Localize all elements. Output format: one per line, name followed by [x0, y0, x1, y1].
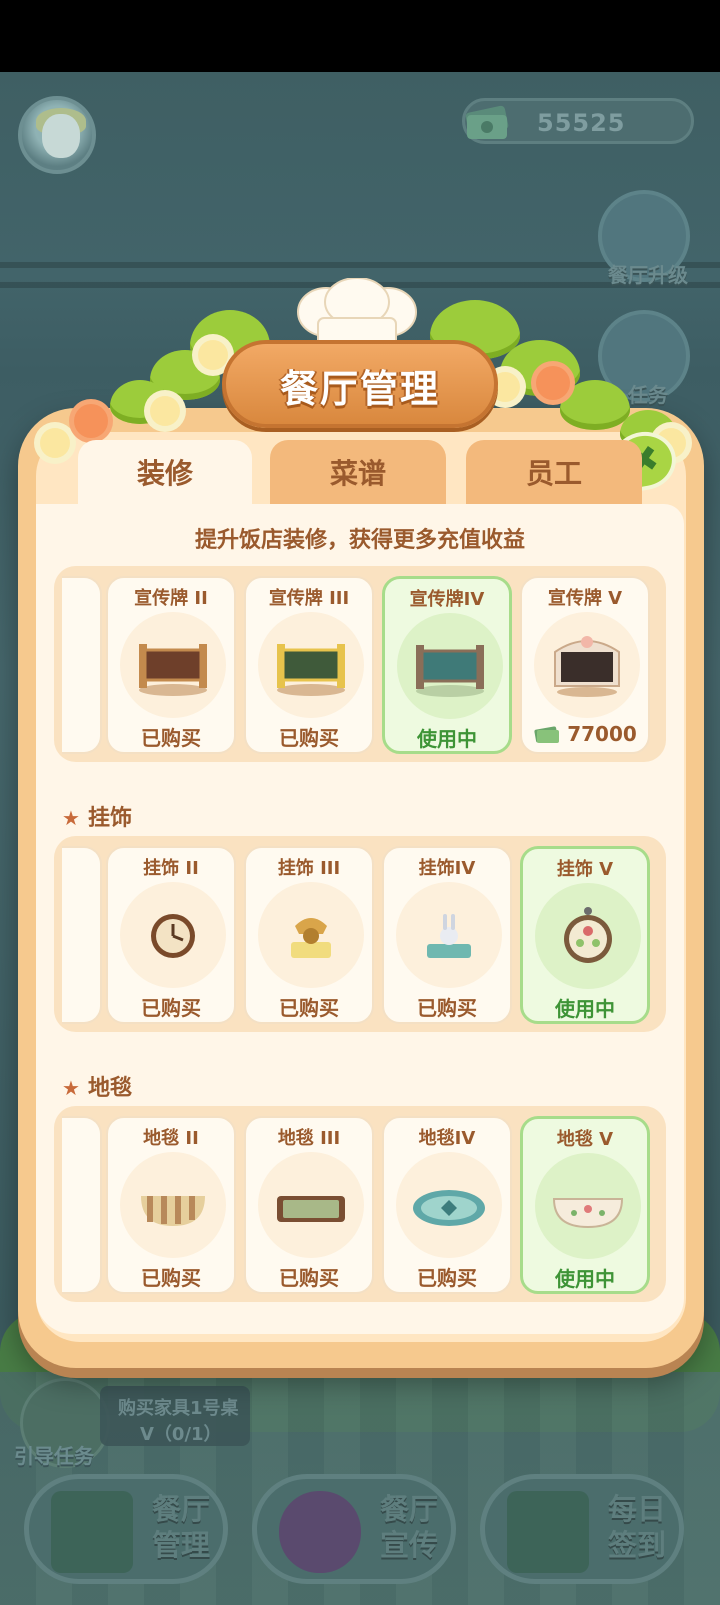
item-price-value: 77000 — [567, 722, 637, 746]
recipe-book-icon — [51, 1491, 133, 1573]
nav-label: 餐厅管理 — [151, 1492, 210, 1562]
item-card-in-use[interactable]: 挂饰 V 使用中 — [520, 846, 650, 1024]
guide-task-label: 引导任务 — [14, 1444, 94, 1468]
tab-label: 装修 — [136, 457, 193, 490]
signboard-card-partial[interactable] — [62, 576, 102, 754]
bottom-nav: 餐厅管理 餐厅宣传 每日签到 — [24, 1474, 700, 1584]
section-title-rugs: ★ 地毯 — [62, 1070, 132, 1102]
item-name: 地毯IV — [418, 1128, 476, 1149]
item-name: 挂饰IV — [418, 858, 476, 879]
striped-rug-icon — [141, 1196, 205, 1226]
rug-card-partial[interactable] — [62, 1116, 102, 1294]
section-title-text: 地毯 — [87, 1076, 132, 1101]
tab-label: 菜谱 — [329, 457, 386, 490]
restaurant-upgrade-label: 餐厅升级 — [608, 263, 688, 287]
item-name: 挂饰 III — [277, 858, 341, 879]
floral-plate-icon — [564, 907, 612, 963]
item-name: 宣传牌 III — [268, 588, 350, 609]
guide-task-progress: V（0/1） — [140, 1424, 222, 1445]
item-card[interactable]: 宣传牌 II 已购买 — [106, 576, 236, 754]
item-name: 地毯 III — [277, 1128, 341, 1149]
item-status: 使用中 — [555, 1267, 615, 1291]
item-status: 已购买 — [417, 1266, 477, 1290]
green-rug-icon — [277, 1196, 345, 1222]
telephone-icon — [291, 918, 331, 958]
signboard-teal-icon — [416, 645, 484, 697]
item-status: 已购买 — [141, 1266, 201, 1290]
tab-staff[interactable]: 员工 — [466, 440, 642, 504]
item-name: 挂饰 V — [556, 859, 614, 880]
item-card-for-sale[interactable]: 宣传牌 V 77000 — [520, 576, 650, 754]
tab-decoration[interactable]: 装修 — [78, 440, 252, 504]
signboard-brown-icon — [139, 644, 207, 696]
nav-restaurant-management[interactable]: 餐厅管理 — [24, 1474, 228, 1584]
modal-title: 餐厅管理 — [279, 367, 440, 411]
tab-label: 员工 — [525, 457, 582, 490]
signboard-yellow-icon — [277, 644, 345, 696]
item-status: 已购买 — [141, 996, 201, 1020]
item-price[interactable]: 77000 — [522, 722, 648, 746]
floral-rug-icon — [552, 1198, 624, 1229]
item-name: 宣传牌 V — [547, 588, 623, 609]
item-card[interactable]: 地毯 III 已购买 — [244, 1116, 374, 1294]
modal-subtitle: 提升饭店装修，获得更多充值收益 — [194, 528, 525, 553]
status-bar — [0, 0, 720, 72]
item-status: 使用中 — [555, 997, 615, 1021]
modal-title-plate: 餐厅管理 — [222, 340, 498, 428]
nav-label: 每日签到 — [607, 1492, 666, 1562]
nav-daily-checkin[interactable]: 每日签到 — [480, 1474, 684, 1584]
item-name: 宣传牌 II — [134, 588, 208, 609]
tab-recipes[interactable]: 菜谱 — [270, 440, 446, 504]
cash-stack-icon — [465, 105, 509, 139]
item-card[interactable]: 地毯 II 已购买 — [106, 1116, 236, 1294]
promo-mascot-icon — [279, 1491, 361, 1573]
restaurant-upgrade-button[interactable]: 餐厅升级 — [598, 190, 690, 287]
item-card[interactable]: 挂饰IV 已购买 — [382, 846, 512, 1024]
star-icon: ★ — [62, 1076, 80, 1100]
item-status: 使用中 — [417, 727, 477, 751]
section-title-ornaments: ★ 挂饰 — [62, 800, 132, 832]
item-status: 已购买 — [417, 996, 477, 1020]
item-card[interactable]: 地毯IV 已购买 — [382, 1116, 512, 1294]
nav-restaurant-promotion[interactable]: 餐厅宣传 — [252, 1474, 456, 1584]
ornament-row[interactable]: 挂饰 II 已购买 挂饰 III 已购买 挂饰IV 已购买 挂饰 V 使用中 — [54, 836, 666, 1032]
coin-amount: 55525 — [537, 109, 626, 137]
cash-icon — [534, 726, 560, 743]
coin-counter: 55525 — [462, 98, 694, 144]
item-status: 已购买 — [279, 996, 339, 1020]
item-status: 已购买 — [279, 726, 339, 750]
wall-clock-icon — [151, 914, 195, 958]
item-card[interactable]: 挂饰 II 已购买 — [106, 846, 236, 1024]
ornament-card-partial[interactable] — [62, 846, 102, 1024]
chef-hat-icon — [297, 278, 417, 347]
item-status: 已购买 — [279, 1266, 339, 1290]
star-icon: ★ — [62, 806, 80, 830]
signboard-floral-icon — [554, 636, 620, 697]
rug-row[interactable]: 地毯 II 已购买 地毯 III 已购买 地毯IV 已购买 地毯 V 使用中 — [54, 1106, 666, 1302]
signboard-row[interactable]: 宣传牌 II 已购买 宣传牌 III 已购买 宣传牌IV 使用中 宣传牌 V 7… — [54, 566, 666, 762]
guide-task-text: 购买家具1号桌 — [118, 1398, 239, 1419]
rabbit-ornament-icon — [427, 914, 471, 958]
item-card[interactable]: 宣传牌 III 已购买 — [244, 576, 374, 754]
item-name: 地毯 II — [143, 1128, 199, 1149]
item-card[interactable]: 挂饰 III 已购买 — [244, 846, 374, 1024]
checkin-book-icon — [507, 1491, 589, 1573]
player-avatar[interactable] — [18, 96, 96, 174]
oval-rug-icon — [413, 1190, 485, 1226]
guide-task-box[interactable]: 购买家具1号桌 V（0/1） — [100, 1386, 250, 1446]
section-title-text: 挂饰 — [87, 806, 132, 831]
item-name: 宣传牌IV — [409, 589, 485, 610]
item-card-in-use[interactable]: 地毯 V 使用中 — [520, 1116, 650, 1294]
item-status: 已购买 — [141, 726, 201, 750]
item-name: 地毯 V — [556, 1129, 614, 1150]
item-name: 挂饰 II — [143, 858, 199, 879]
item-card-in-use[interactable]: 宣传牌IV 使用中 — [382, 576, 512, 754]
nav-label: 餐厅宣传 — [379, 1492, 438, 1562]
